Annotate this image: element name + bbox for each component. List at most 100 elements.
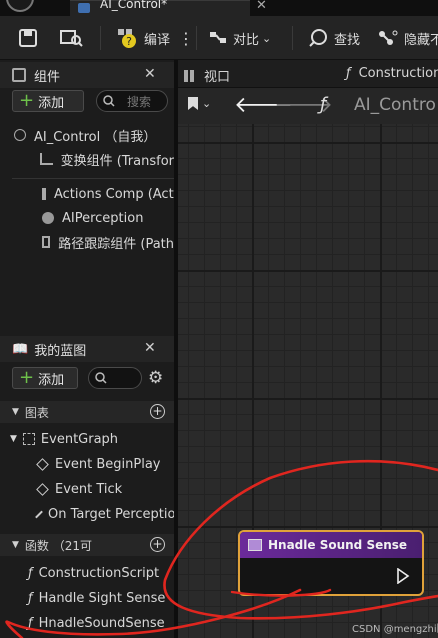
event-graph-item[interactable]: ▼ EventGraph — [0, 428, 174, 450]
gear-icon[interactable]: ⚙ — [148, 368, 163, 388]
bookmark-button[interactable]: ⌄ — [188, 97, 211, 110]
chevron-down-icon: ⌄ — [262, 31, 272, 45]
construction-tab-label: Construction — [358, 66, 438, 81]
function-item-label: HnadleSoundSense — [38, 615, 165, 631]
bookmark-icon — [188, 97, 198, 110]
components-divider — [12, 178, 174, 179]
search-icon — [95, 372, 107, 384]
event-item-target-perception[interactable]: On Target Perceptio — [0, 503, 174, 525]
components-title: 组件 — [34, 69, 61, 85]
viewport-tab-label: 视口 — [204, 70, 231, 85]
hide-unrelated-button[interactable]: 隐藏不 — [376, 24, 438, 52]
event-item-label: Event Tick — [55, 481, 123, 497]
graph-breadcrumb: AI_Contro — [354, 95, 436, 115]
function-entry-node[interactable]: Hnadle Sound Sense — [238, 530, 424, 596]
component-item-label: 路径跟踪组件 (Path — [58, 236, 174, 252]
component-item-label: AIPerception — [62, 210, 144, 226]
close-tab-icon[interactable]: ✕ — [256, 0, 267, 13]
find-label: 查找 — [334, 32, 361, 48]
browse-folder-icon — [60, 30, 83, 47]
add-graph-icon[interactable]: + — [150, 404, 165, 419]
component-item-transform[interactable]: 变换组件 (Transfor — [0, 148, 174, 170]
graphs-category[interactable]: ▼ 图表 — [0, 401, 174, 423]
compile-icon: ? — [118, 29, 136, 48]
component-icon — [42, 236, 51, 248]
event-item-beginplay[interactable]: Event BeginPlay — [0, 453, 174, 475]
add-member-button[interactable]: + 添加 — [12, 367, 78, 389]
add-component-label: 添加 — [38, 95, 65, 111]
my-blueprint-title: 我的蓝图 — [34, 343, 87, 359]
close-components-icon[interactable]: ✕ — [144, 66, 156, 82]
collapse-arrow-icon: ▼ — [12, 540, 19, 550]
toolbar-divider — [100, 26, 101, 50]
component-item-label: Actions Comp (Acti — [54, 186, 174, 202]
browse-button[interactable] — [60, 24, 84, 52]
search-icon — [309, 29, 327, 47]
component-item-aiperception[interactable]: AIPerception — [0, 207, 174, 229]
tab-viewport[interactable]: 视口 — [184, 66, 230, 85]
node-title: Hnadle Sound Sense — [268, 538, 408, 552]
close-my-blueprint-icon[interactable]: ✕ — [144, 340, 156, 356]
function-item-label: Handle Sight Sense — [38, 590, 166, 606]
perception-icon — [42, 212, 54, 224]
chevron-down-icon: ⌄ — [202, 97, 212, 110]
tab-construction-script[interactable]: ƒ Construction — [346, 66, 438, 81]
event-icon — [36, 482, 49, 496]
add-component-button[interactable]: + 添加 — [12, 90, 84, 112]
event-item-tick[interactable]: Event Tick — [0, 478, 174, 500]
plus-icon: + — [19, 90, 35, 111]
book-icon: 📖 — [12, 341, 29, 357]
components-search-placeholder: 搜索 — [127, 94, 152, 109]
save-button[interactable] — [18, 24, 38, 52]
functions-category-label: 函数 （21可 — [24, 538, 93, 553]
toolbar-divider — [292, 26, 293, 50]
component-item-actions-comp[interactable]: Actions Comp (Acti — [0, 183, 174, 205]
plus-icon: + — [19, 367, 35, 388]
event-graph-icon — [22, 433, 35, 445]
my-blueprint-search-input[interactable] — [88, 367, 142, 389]
toolbar: ? 编译 ⋮ 对比 ⌄ 查找 隐藏不 — [0, 16, 438, 60]
collapse-arrow-icon: ▼ — [10, 434, 17, 444]
component-root-item[interactable]: AI_Control （自我） — [0, 124, 174, 146]
graph-tab-bar: 视口 ƒ Construction — [178, 60, 438, 88]
component-item-path-following[interactable]: 路径跟踪组件 (Path — [0, 231, 174, 253]
svg-text:?: ? — [126, 35, 132, 48]
function-item-handle-sight[interactable]: ƒ Handle Sight Sense — [0, 587, 174, 609]
components-icon — [12, 68, 26, 82]
exec-pin-icon — [397, 568, 410, 584]
document-tab[interactable]: AI_Control* — [70, 0, 250, 16]
blueprint-icon — [78, 3, 90, 13]
diff-icon — [210, 32, 226, 43]
functions-category[interactable]: ▼ 函数 （21可 — [0, 534, 174, 556]
node-header: Hnadle Sound Sense — [240, 532, 422, 558]
components-search-input[interactable]: 搜索 — [96, 90, 168, 112]
search-icon — [103, 95, 115, 107]
event-graph-label: EventGraph — [40, 431, 119, 447]
component-icon — [42, 188, 46, 200]
diff-button[interactable]: 对比 ⌄ — [208, 24, 271, 52]
watermark: CSDN @mengzhi阿 — [352, 624, 438, 635]
actor-icon — [14, 129, 26, 141]
hide-unrelated-icon — [379, 30, 398, 45]
add-member-label: 添加 — [38, 372, 65, 388]
function-icon: ƒ — [346, 66, 351, 81]
function-icon: ƒ — [320, 94, 327, 115]
collapse-arrow-icon: ▼ — [12, 407, 19, 417]
event-item-label: On Target Perceptio — [48, 506, 174, 522]
graphs-category-label: 图表 — [24, 405, 49, 420]
compile-options-icon[interactable]: ⋮ — [178, 24, 194, 52]
document-tab-title: AI_Control* — [100, 0, 168, 11]
function-item-label: ConstructionScript — [38, 565, 160, 581]
event-item-label: Event BeginPlay — [55, 456, 161, 472]
function-item-handle-sound[interactable]: ƒ HnadleSoundSense — [0, 612, 174, 634]
component-root-label: AI_Control （自我） — [34, 129, 157, 145]
event-icon — [35, 510, 43, 518]
find-button[interactable]: 查找 — [308, 24, 360, 52]
graph-navigation-bar: ⌄ 🡐 🡒 ƒ AI_Contro — [178, 88, 438, 124]
compile-button[interactable]: ? 编译 — [116, 24, 170, 52]
event-icon — [36, 457, 49, 471]
component-item-label: 变换组件 (Transfor — [60, 153, 174, 169]
function-item-construction-script[interactable]: ƒ ConstructionScript — [0, 562, 174, 584]
add-function-icon[interactable]: + — [150, 537, 165, 552]
diff-label: 对比 — [233, 32, 260, 48]
